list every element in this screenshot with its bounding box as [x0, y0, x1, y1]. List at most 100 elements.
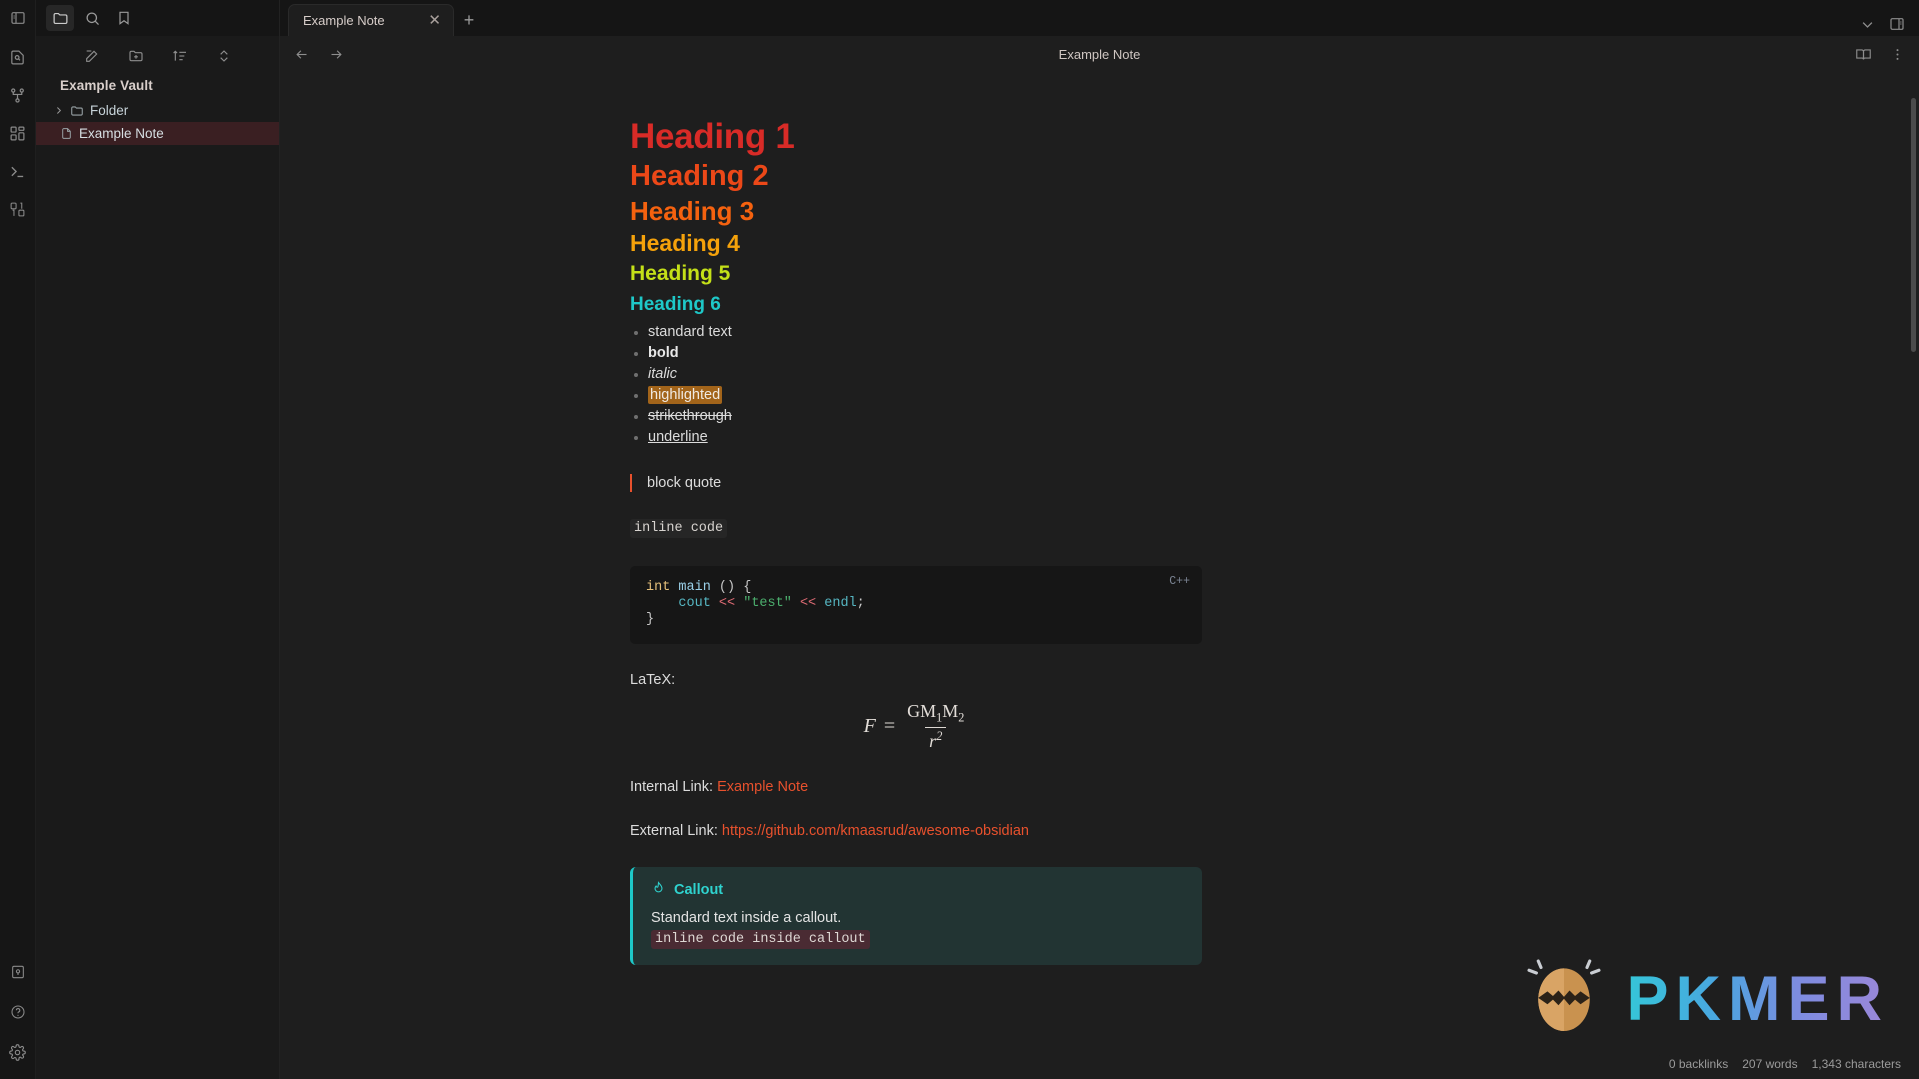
- external-link[interactable]: https://github.com/kmaasrud/awesome-obsi…: [722, 823, 1029, 839]
- heading-4: Heading 4: [630, 230, 740, 257]
- canvas-icon[interactable]: [5, 120, 31, 146]
- list-item: standard text: [630, 322, 1202, 343]
- heading-5: Heading 5: [630, 261, 731, 285]
- back-arrow-icon[interactable]: [294, 47, 309, 62]
- code-block: C++ int main () { cout << "test" << endl…: [630, 565, 1202, 645]
- status-backlinks[interactable]: 0 backlinks: [1669, 1057, 1728, 1071]
- forward-arrow-icon[interactable]: [329, 47, 344, 62]
- external-link-label: External Link:: [630, 822, 718, 839]
- search-icon: [85, 11, 99, 25]
- ribbon-bottom-icons: [5, 959, 31, 1079]
- view-header: Example Note: [280, 36, 1919, 72]
- heading-1: Heading 1: [630, 117, 795, 156]
- internal-link-label: Internal Link:: [630, 778, 714, 795]
- tree-item-label: Folder: [90, 103, 129, 118]
- file-tree: Folder Example Note: [36, 97, 279, 145]
- chevron-right-icon[interactable]: [54, 106, 64, 115]
- chevrons-expand-icon: [219, 50, 228, 62]
- more-options-icon[interactable]: [1890, 47, 1905, 62]
- file-icon: [60, 127, 73, 140]
- heading-6: Heading 6: [630, 294, 721, 316]
- latex-formula: F = GM1M2 r2: [864, 702, 969, 750]
- list-item: italic: [630, 364, 1202, 385]
- page-title: Example Note: [1058, 46, 1141, 62]
- note-document: Heading 1 Heading 2 Heading 3 Heading 4 …: [630, 116, 1202, 965]
- code-language-label: C++: [1169, 574, 1190, 588]
- main-area: Example Note ✕ + Example Note Heading 1 …: [280, 0, 1919, 1079]
- tab-bar-right-controls: [1860, 16, 1919, 36]
- callout-body: Standard text inside a callout.: [651, 909, 842, 926]
- callout-code-line: inline code inside callout: [651, 926, 1186, 949]
- new-note-button[interactable]: [81, 45, 103, 67]
- internal-link[interactable]: Example Note: [717, 779, 808, 795]
- tree-item-folder[interactable]: Folder: [36, 99, 279, 122]
- code-block-content: int main () { cout << "test" << endl; }: [646, 579, 865, 628]
- internal-link-paragraph: Internal Link: Example Note: [630, 779, 1202, 795]
- callout-inline-code: inline code inside callout: [651, 929, 870, 949]
- vertical-scrollbar[interactable]: [1911, 98, 1916, 352]
- sidebar-toggle-icon[interactable]: [5, 5, 31, 31]
- list-item-label: italic: [648, 365, 678, 382]
- list-item-label: standard text: [648, 323, 732, 340]
- ribbon-top-spacer: [5, 0, 31, 36]
- formatting-list: standard text bold italic highlighted st…: [630, 322, 1202, 448]
- latex-equals: =: [883, 715, 896, 738]
- list-item-label: underline: [648, 428, 708, 445]
- help-icon[interactable]: [5, 999, 31, 1025]
- flame-icon: [651, 880, 666, 900]
- tree-item-label: Example Note: [79, 126, 164, 141]
- ribbon-icon-list: [5, 36, 31, 222]
- binary-icon[interactable]: [5, 196, 31, 222]
- latex-lhs: F: [863, 715, 876, 738]
- tree-item-example-note[interactable]: Example Note: [36, 122, 279, 145]
- latex-label: LaTeX:: [630, 672, 676, 689]
- bookmark-icon: [119, 11, 129, 25]
- note-scroll-area[interactable]: Heading 1 Heading 2 Heading 3 Heading 4 …: [280, 72, 1919, 1079]
- list-item-label: strikethrough: [648, 407, 732, 424]
- tab-example-note[interactable]: Example Note ✕: [288, 4, 454, 36]
- vault-name: Example Vault: [60, 78, 153, 93]
- file-search-icon[interactable]: [5, 44, 31, 70]
- folder-icon: [53, 12, 67, 24]
- new-tab-button[interactable]: +: [454, 4, 484, 36]
- terminal-icon[interactable]: [5, 158, 31, 184]
- heading-3: Heading 3: [630, 196, 755, 227]
- sidebar-item-files[interactable]: [46, 5, 74, 31]
- vault-icon[interactable]: [5, 959, 31, 985]
- sidebar-item-bookmarks[interactable]: [110, 5, 138, 31]
- latex-block: F = GM1M2 r2: [630, 702, 1202, 750]
- reading-view-icon[interactable]: [1855, 46, 1872, 63]
- callout-header[interactable]: Callout: [651, 880, 1186, 900]
- callout: Callout Standard text inside a callout. …: [630, 866, 1202, 965]
- sidebar-item-search[interactable]: [78, 5, 106, 31]
- explorer-toolbar: [36, 36, 279, 70]
- latex-denominator: r2: [925, 726, 947, 751]
- collapse-button[interactable]: [213, 45, 235, 67]
- folder-plus-icon: [128, 50, 143, 62]
- list-item-label: bold: [648, 344, 679, 361]
- graph-view-icon[interactable]: [5, 82, 31, 108]
- heading-2: Heading 2: [630, 160, 769, 193]
- settings-icon[interactable]: [5, 1039, 31, 1065]
- list-item: strikethrough: [630, 406, 1202, 427]
- list-item-label: highlighted: [648, 385, 723, 404]
- status-characters: 1,343 characters: [1811, 1057, 1901, 1071]
- view-header-actions: [1855, 46, 1905, 63]
- callout-title-label: Callout: [674, 882, 724, 899]
- sort-button[interactable]: [169, 45, 191, 67]
- close-icon[interactable]: ✕: [410, 13, 441, 28]
- chevron-down-icon[interactable]: [1860, 17, 1875, 32]
- new-folder-button[interactable]: [125, 45, 147, 67]
- tab-label: Example Note: [303, 13, 385, 28]
- right-sidebar-toggle-icon[interactable]: [1889, 16, 1905, 32]
- list-item: bold: [630, 343, 1202, 364]
- obsidian-window: Example Vault Folder Example Note Exampl…: [0, 0, 1919, 1079]
- list-item: underline: [630, 427, 1202, 448]
- inline-code-paragraph: inline code: [630, 518, 1202, 538]
- blockquote: block quote: [630, 473, 1202, 492]
- list-item: highlighted: [630, 385, 1202, 406]
- tab-bar: Example Note ✕ +: [280, 0, 1919, 36]
- status-words: 207 words: [1742, 1057, 1798, 1071]
- left-ribbon: [0, 0, 36, 1079]
- latex-fraction: GM1M2 r2: [903, 702, 968, 750]
